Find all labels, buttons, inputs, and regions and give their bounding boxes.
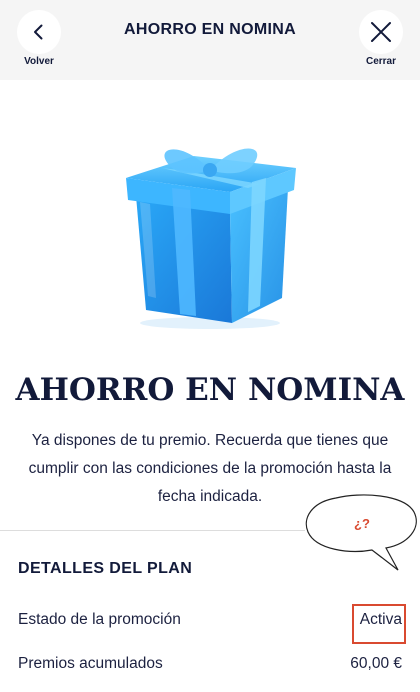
plan-details-title: DETALLES DEL PLAN	[18, 560, 193, 577]
close-label: Cerrar	[365, 56, 397, 67]
accumulated-prizes-label: Premios acumulados	[18, 655, 163, 672]
header-title: AHORRO EN NOMINA	[124, 21, 296, 38]
hero-title: AHORRO EN NOMINA	[15, 372, 405, 408]
status-highlight-box	[352, 604, 406, 644]
bubble-text: ¿?	[354, 516, 370, 531]
back-button[interactable]: Volver	[14, 10, 64, 70]
close-circle[interactable]	[359, 10, 403, 54]
accumulated-prizes-row: Premios acumulados 60,00 €	[18, 650, 402, 680]
back-circle[interactable]	[17, 10, 61, 54]
back-label: Volver	[24, 56, 54, 67]
speech-bubble-annotation: ¿?	[305, 494, 417, 571]
chevron-left-icon	[34, 24, 43, 40]
accumulated-prizes-value: 60,00 €	[350, 655, 402, 672]
promotion-status-row: Estado de la promoción Activa	[18, 604, 406, 644]
close-icon	[371, 22, 391, 42]
divider	[0, 530, 305, 531]
close-button[interactable]: Cerrar	[356, 10, 406, 70]
gift-box-icon	[126, 148, 296, 329]
promotion-status-label: Estado de la promoción	[18, 611, 181, 628]
top-bar: Volver AHORRO EN NOMINA Cerrar	[0, 0, 420, 80]
